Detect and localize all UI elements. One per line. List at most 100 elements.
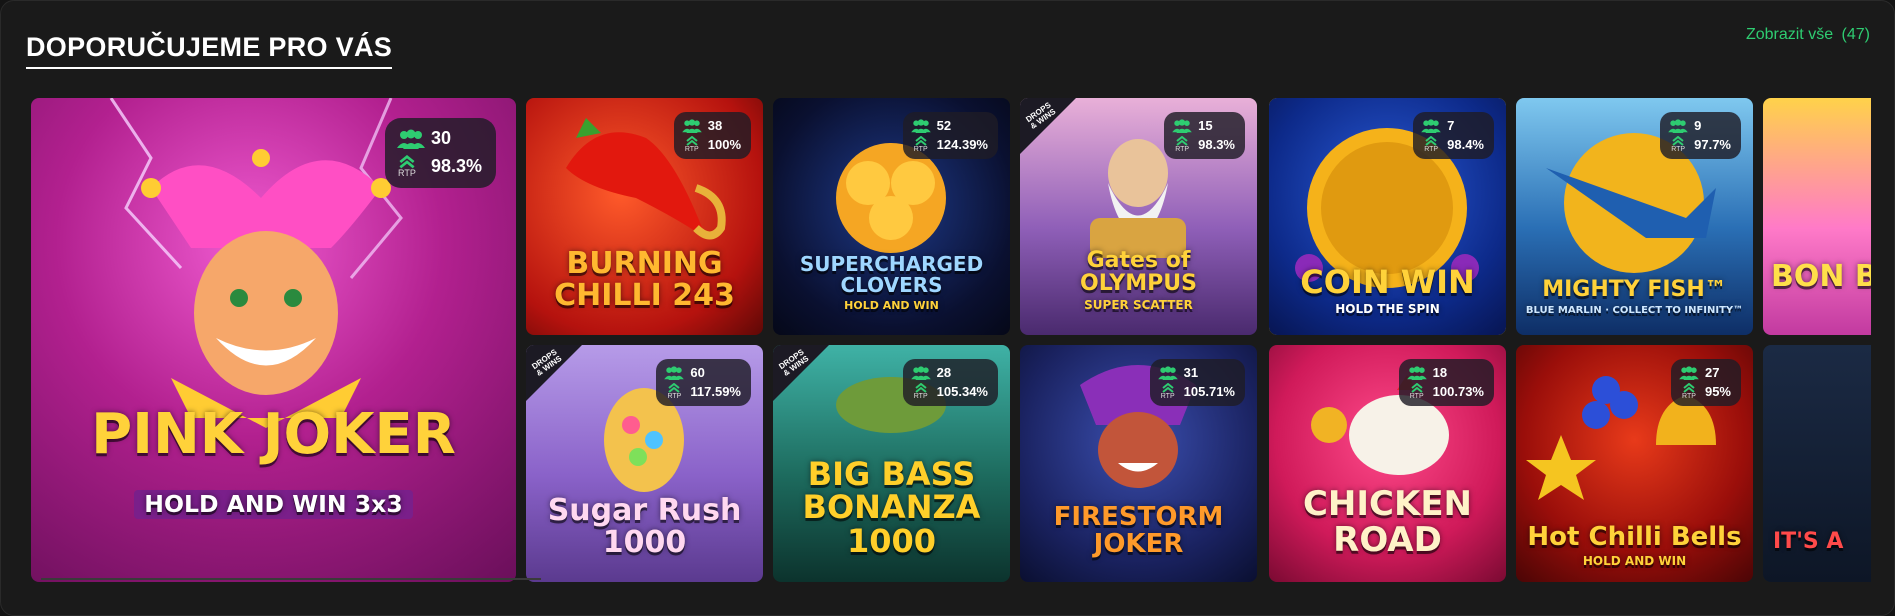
- game-subtitle: HOLD THE SPIN: [1335, 302, 1440, 317]
- player-count: 9: [1694, 118, 1702, 133]
- game-subtitle: SUPER SCATTER: [1084, 297, 1193, 312]
- players-icon: [1157, 365, 1178, 380]
- game-name-text: SUPERCHARGED CLOVERS: [799, 251, 984, 297]
- player-rtp-badge: 31 RTP 105.71%: [1149, 359, 1245, 406]
- games-grid: PINK JOKER HOLD AND WIN 3x3 30 RTP 98.3%…: [31, 98, 1871, 582]
- view-all-count: (47): [1841, 26, 1870, 43]
- rtp-value: 100.73%: [1432, 384, 1484, 399]
- game-tile[interactable]: BURNING CHILLI 243 38 RTP 100%: [526, 98, 763, 335]
- player-rtp-badge: 30 RTP 98.3%: [384, 118, 496, 188]
- rtp-value: 97.7%: [1694, 137, 1731, 152]
- section-title: DOPORUČUJEME PRO VÁS: [26, 32, 393, 69]
- game-title: SUPERCHARGED CLOVERS HOLD AND WIN: [779, 251, 1004, 312]
- rtp-label: RTP: [398, 168, 416, 178]
- game-tile[interactable]: Gates of OLYMPUS SUPER SCATTER DROPS & W…: [1020, 98, 1257, 335]
- rtp-icon: RTP: [1668, 136, 1688, 153]
- player-rtp-badge: 28 RTP 105.34%: [902, 359, 998, 406]
- player-count: 52: [936, 118, 952, 133]
- rtp-icon: RTP: [1407, 383, 1427, 400]
- game-tile-selected[interactable]: COIN WIN HOLD THE SPIN 7 RTP 98.4%: [1269, 98, 1506, 335]
- game-tile[interactable]: Hot Chilli Bells HOLD AND WIN 27 RTP 95%: [1516, 345, 1753, 582]
- rtp-value: 124.39%: [936, 137, 988, 152]
- drops-and-wins-badge: DROPS & WINS: [1020, 98, 1076, 154]
- game-name-text: MIGHTY FISH™: [1542, 277, 1727, 303]
- player-rtp-badge: 7 RTP 98.4%: [1413, 112, 1494, 159]
- game-name-text: COIN WIN: [1300, 262, 1475, 301]
- drops-and-wins-badge: DROPS & WINS: [773, 345, 829, 401]
- players-icon: [1421, 118, 1441, 133]
- player-count: 28: [936, 365, 952, 380]
- player-rtp-badge: 27 RTP 95%: [1670, 359, 1741, 406]
- game-title: IT'S A: [1773, 529, 1844, 555]
- player-rtp-badge: 9 RTP 97.7%: [1660, 112, 1741, 159]
- player-rtp-badge: 38 RTP 100%: [673, 112, 751, 159]
- game-title: BIG BASS BONANZA 1000: [802, 454, 981, 560]
- player-rtp-badge: 18 RTP 100.73%: [1398, 359, 1494, 406]
- view-all-link[interactable]: Zobrazit vše (47): [1746, 26, 1870, 44]
- game-subtitle: HOLD AND WIN: [1582, 554, 1687, 569]
- player-count: 30: [430, 128, 451, 148]
- players-icon: [1172, 118, 1192, 133]
- rtp-icon: RTP: [1679, 383, 1699, 400]
- game-title: COIN WIN HOLD THE SPIN: [1275, 262, 1500, 317]
- game-title: CHICKEN ROAD: [1302, 483, 1473, 560]
- game-title: BON BILL: [1771, 258, 1871, 294]
- player-count: 15: [1198, 118, 1213, 133]
- game-tile-featured[interactable]: PINK JOKER HOLD AND WIN 3x3 30 RTP 98.3%: [31, 98, 516, 582]
- game-title: Gates of OLYMPUS SUPER SCATTER: [1026, 247, 1251, 312]
- game-tile-partial[interactable]: IT'S A: [1763, 345, 1871, 582]
- view-all-label: Zobrazit vše: [1745, 26, 1834, 43]
- player-count: 31: [1183, 365, 1199, 380]
- game-tile[interactable]: SUPERCHARGED CLOVERS HOLD AND WIN 52 RTP…: [773, 98, 1010, 335]
- rtp-icon: RTP: [1421, 136, 1441, 153]
- player-count: 27: [1704, 365, 1720, 380]
- rtp-value: 95%: [1704, 384, 1731, 399]
- player-rtp-badge: 52 RTP 124.39%: [902, 112, 998, 159]
- game-title: MIGHTY FISH™ BLUE MARLIN · COLLECT TO IN…: [1522, 278, 1747, 316]
- game-tile[interactable]: FIRESTORM JOKER 31 RTP 105.71%: [1020, 345, 1257, 582]
- rtp-icon: RTP: [1158, 383, 1178, 400]
- player-count: 60: [690, 365, 705, 380]
- carousel-scrollbar[interactable]: [41, 578, 541, 580]
- game-subtitle: BLUE MARLIN · COLLECT TO INFINITY™: [1525, 304, 1744, 316]
- rtp-value: 98.4%: [1447, 137, 1484, 152]
- rtp-value: 98.3%: [430, 156, 482, 176]
- players-icon: [1406, 365, 1427, 380]
- players-icon: [910, 118, 931, 133]
- players-icon: [1679, 365, 1699, 380]
- player-count: 18: [1432, 365, 1448, 380]
- player-count: 38: [707, 118, 723, 133]
- rtp-icon: RTP: [911, 136, 931, 153]
- player-count: 7: [1447, 118, 1455, 133]
- game-tile-partial[interactable]: BON BILL: [1763, 98, 1871, 335]
- game-subtitle: HOLD AND WIN: [844, 298, 939, 312]
- rtp-icon: RTP: [397, 155, 417, 178]
- game-tile[interactable]: CHICKEN ROAD 18 RTP 100.73%: [1269, 345, 1506, 582]
- rtp-icon: RTP: [682, 136, 702, 153]
- game-tile[interactable]: MIGHTY FISH™ BLUE MARLIN · COLLECT TO IN…: [1516, 98, 1753, 335]
- players-icon: [396, 129, 425, 149]
- rtp-icon: RTP: [1172, 136, 1192, 153]
- rtp-value: 105.34%: [936, 384, 988, 399]
- game-tile[interactable]: Sugar Rush 1000 DROPS & WINS 60 RTP 117.…: [526, 345, 763, 582]
- rtp-value: 105.71%: [1183, 384, 1235, 399]
- rtp-value: 117.59%: [690, 384, 741, 399]
- game-artwork: [1763, 98, 1871, 335]
- game-title: Hot Chilli Bells HOLD AND WIN: [1522, 523, 1747, 569]
- players-icon: [910, 365, 931, 380]
- game-title: BURNING CHILLI 243: [554, 246, 735, 313]
- game-title: PINK JOKER HOLD AND WIN 3x3: [37, 405, 510, 524]
- recommended-section: DOPORUČUJEME PRO VÁS Zobrazit vše (47) P…: [0, 0, 1895, 616]
- players-icon: [664, 365, 685, 380]
- rtp-value: 98.3%: [1198, 137, 1235, 152]
- game-subtitle: HOLD AND WIN 3x3: [134, 490, 413, 519]
- rtp-icon: RTP: [911, 383, 931, 400]
- players-icon: [681, 118, 702, 133]
- game-tile[interactable]: BIG BASS BONANZA 1000 DROPS & WINS 28 RT…: [773, 345, 1010, 582]
- player-rtp-badge: 15 RTP 98.3%: [1164, 112, 1245, 159]
- game-title: FIRESTORM JOKER: [1053, 501, 1224, 560]
- game-title: Sugar Rush 1000: [547, 493, 742, 560]
- rtp-icon: RTP: [664, 383, 684, 400]
- game-name-text: Gates of OLYMPUS: [1080, 247, 1197, 296]
- rtp-value: 100%: [707, 137, 741, 152]
